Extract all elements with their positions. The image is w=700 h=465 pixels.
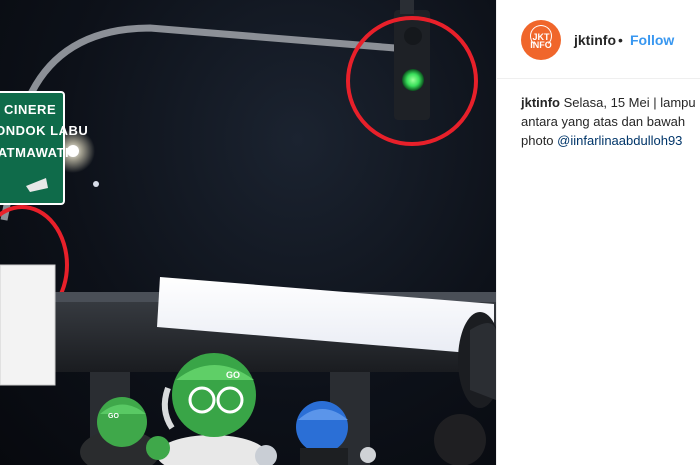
caption-line-3: photo @iinfarlinaabdulloh93 — [521, 131, 700, 150]
traffic-pole-arm — [24, 24, 396, 102]
caption-line-1: jktinfo Selasa, 15 Mei | lampu — [521, 93, 700, 112]
helmet-text-2: GO — [226, 370, 240, 380]
avatar-label: JKT INFO — [530, 32, 552, 50]
sign-line-3: FATMAWATI — [0, 145, 69, 160]
caption-username[interactable]: jktinfo — [521, 95, 560, 110]
avatar[interactable]: JKT INFO — [521, 20, 561, 60]
post-sidebar: JKT INFO jktinfo • Follow jktinfo Selasa… — [496, 0, 700, 465]
caption-mention[interactable]: @iinfarlinaabdulloh93 — [557, 133, 682, 148]
post-header: JKT INFO jktinfo • Follow — [497, 0, 700, 79]
sign-line-1: CINERE — [4, 102, 56, 117]
post-photo[interactable]: CINERE PONDOK LABU FATMAWATI GO GO — [0, 0, 496, 465]
sign-line-2: PONDOK LABU — [0, 123, 88, 138]
header-username[interactable]: jktinfo — [574, 32, 616, 48]
night-street-scene: CINERE PONDOK LABU FATMAWATI GO GO — [0, 0, 496, 465]
caption-text-3: photo — [521, 133, 554, 148]
helmet-text-1: GO — [108, 413, 119, 420]
caption-line-2: antara yang atas dan bawah — [521, 114, 686, 129]
separator-dot: • — [618, 32, 623, 48]
post-caption: jktinfo Selasa, 15 Mei | lampu antara ya… — [521, 93, 700, 150]
white-panel — [0, 265, 55, 385]
follow-button[interactable]: Follow — [630, 32, 674, 48]
caption-text-1: Selasa, 15 Mei | lampu — [563, 95, 696, 110]
